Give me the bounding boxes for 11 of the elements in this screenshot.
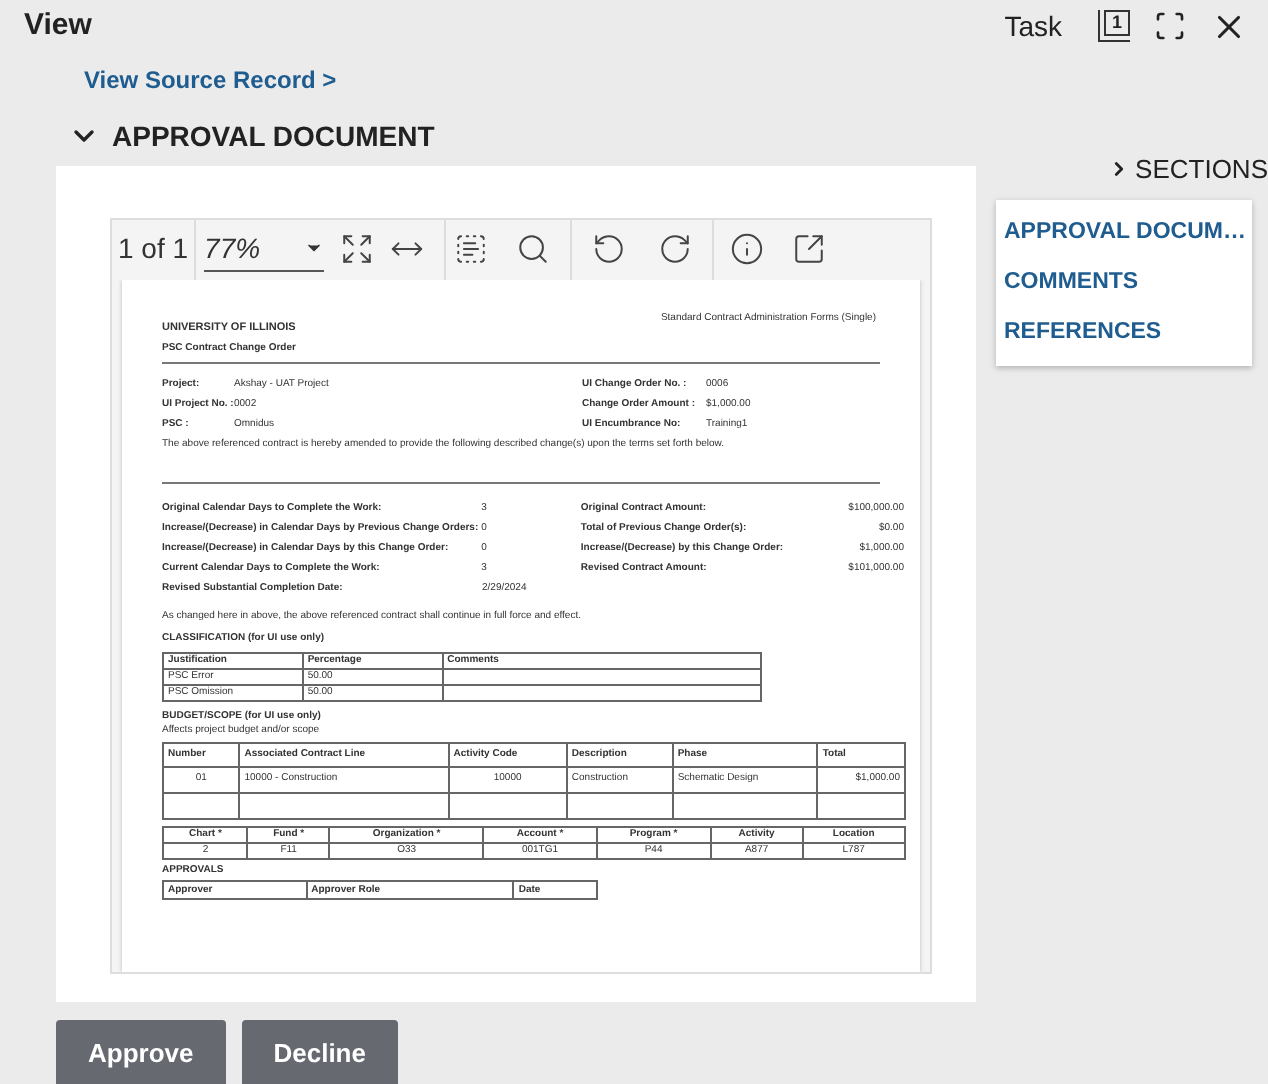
pages-button[interactable]: 1 (1098, 10, 1130, 43)
fullscreen-icon[interactable] (1154, 10, 1186, 43)
section-link[interactable]: COMMENTS (996, 257, 1252, 308)
section-link[interactable]: REFERENCES (996, 308, 1252, 359)
section-link[interactable]: APPROVAL DOCUM… (996, 207, 1252, 258)
window-title: View (24, 6, 92, 46)
action-button[interactable]: Approve (56, 1019, 226, 1084)
zoom-select[interactable]: 77% (204, 227, 325, 271)
action-button[interactable]: Decline (241, 1019, 398, 1084)
task-button[interactable]: Task (1004, 5, 1062, 48)
source-record-link[interactable]: View Source Record > (84, 65, 337, 93)
